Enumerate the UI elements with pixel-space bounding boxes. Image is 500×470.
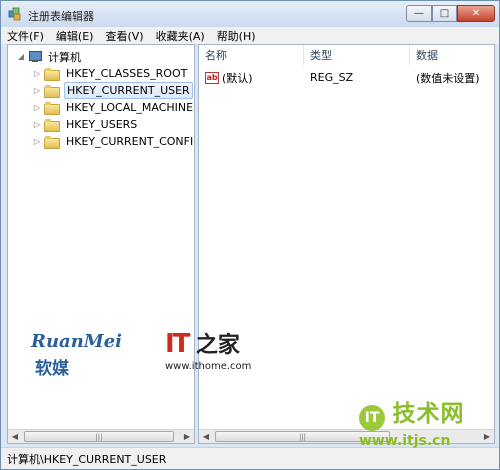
scroll-right-icon[interactable]: ▶	[180, 430, 194, 443]
status-bar: 计算机\HKEY_CURRENT_USER	[1, 447, 499, 469]
menu-bar: 文件(F) 编辑(E) 查看(V) 收藏夹(A) 帮助(H)	[1, 27, 499, 44]
tree-node-hkey-local-machine[interactable]: ▷ HKEY_LOCAL_MACHINE	[32, 99, 194, 116]
expand-arrow-icon[interactable]: ▷	[32, 137, 42, 146]
ithome-url: www.ithome.com	[165, 361, 252, 372]
column-header-name[interactable]: 名称	[199, 45, 304, 65]
tree-horizontal-scrollbar[interactable]: ◀ ||| ▶	[8, 429, 194, 443]
computer-icon	[28, 50, 42, 63]
tree-node-label: HKEY_CURRENT_CONFIG	[66, 135, 195, 148]
tree-node-label: HKEY_USERS	[66, 118, 138, 131]
folder-icon	[44, 85, 60, 98]
menu-favorites[interactable]: 收藏夹(A)	[150, 28, 211, 44]
ruanmei-logo-text: RuanMei	[31, 331, 123, 352]
tree-node-label: HKEY_CURRENT_USER	[64, 82, 193, 99]
itjs-watermark: IT 技术网 www.itjs.cn	[359, 394, 465, 449]
tree-node-computer[interactable]: ◢ 计算机	[16, 48, 83, 65]
scroll-left-icon[interactable]: ◀	[199, 430, 213, 443]
folder-icon	[44, 102, 60, 115]
tree-node-label: 计算机	[48, 50, 81, 64]
scroll-right-icon[interactable]: ▶	[480, 430, 494, 443]
ruanmei-logo-cjk: 软媒	[35, 359, 69, 379]
ithome-watermark: IT 之家 www.ithome.com	[165, 327, 251, 372]
maximize-button[interactable]: □	[432, 5, 457, 22]
window-title: 注册表编辑器	[28, 10, 94, 23]
expand-arrow-icon[interactable]: ▷	[32, 86, 42, 95]
value-data: (数值未设置)	[416, 71, 480, 85]
regedit-app-icon	[8, 7, 21, 21]
menu-edit[interactable]: 编辑(E)	[50, 28, 100, 44]
itjs-logo-text: 技术网	[392, 401, 465, 427]
tree-node-hkey-current-user[interactable]: ▷ HKEY_CURRENT_USER	[32, 82, 193, 99]
close-icon: ✕	[471, 8, 481, 19]
folder-icon	[44, 119, 60, 132]
value-name-cell: ab (默认)	[205, 69, 253, 86]
menu-view[interactable]: 查看(V)	[99, 28, 149, 44]
folder-icon	[44, 136, 60, 149]
expand-arrow-icon[interactable]: ▷	[32, 120, 42, 129]
registry-tree-pane[interactable]: ◢ 计算机 ▷ HKEY_CLASSES_ROOT ▷ HKEY_CURRENT…	[7, 44, 195, 444]
tree-node-label: HKEY_CLASSES_ROOT	[66, 67, 188, 80]
list-item[interactable]: ab (默认) REG_SZ (数值未设置)	[199, 69, 494, 86]
title-bar[interactable]: 注册表编辑器 — □ ✕	[1, 1, 499, 27]
close-button[interactable]: ✕	[457, 5, 495, 22]
value-name: (默认)	[222, 71, 253, 85]
minimize-button[interactable]: —	[406, 5, 432, 22]
ithome-logo-it: IT	[165, 329, 190, 359]
tree-node-hkey-users[interactable]: ▷ HKEY_USERS	[32, 116, 139, 133]
folder-icon	[44, 68, 60, 81]
itjs-badge-icon: IT	[359, 405, 385, 431]
registry-values-pane[interactable]: 名称 类型 数据 ab (默认) REG_SZ (数值未设置) ◀ ||| ▶	[198, 44, 495, 444]
expand-arrow-icon[interactable]: ▷	[32, 69, 42, 78]
menu-file[interactable]: 文件(F)	[1, 28, 50, 44]
ithome-logo-zhi: 之家	[195, 333, 240, 358]
itjs-url: www.itjs.cn	[359, 433, 451, 449]
status-path: 计算机\HKEY_CURRENT_USER	[7, 452, 167, 466]
tree-node-hkey-classes-root[interactable]: ▷ HKEY_CLASSES_ROOT	[32, 65, 189, 82]
tree-node-hkey-current-config[interactable]: ▷ HKEY_CURRENT_CONFIG	[32, 133, 195, 150]
scroll-thumb[interactable]: |||	[24, 431, 174, 442]
tree-node-label: HKEY_LOCAL_MACHINE	[66, 101, 194, 114]
expand-arrow-icon[interactable]: ▷	[32, 103, 42, 112]
column-header-data[interactable]: 数据	[410, 45, 494, 65]
maximize-icon: □	[439, 8, 450, 19]
menu-help[interactable]: 帮助(H)	[211, 28, 262, 44]
minimize-icon: —	[414, 8, 424, 19]
string-value-icon: ab	[205, 71, 219, 84]
value-type: REG_SZ	[310, 71, 354, 84]
collapse-arrow-icon[interactable]: ◢	[16, 52, 26, 61]
registry-editor-window: 注册表编辑器 — □ ✕ 文件(F) 编辑(E) 查看(V) 收藏夹(A) 帮助…	[0, 0, 500, 470]
ruanmei-watermark: RuanMei 软媒	[31, 331, 122, 379]
column-header-type[interactable]: 类型	[304, 45, 410, 65]
scroll-left-icon[interactable]: ◀	[8, 430, 22, 443]
